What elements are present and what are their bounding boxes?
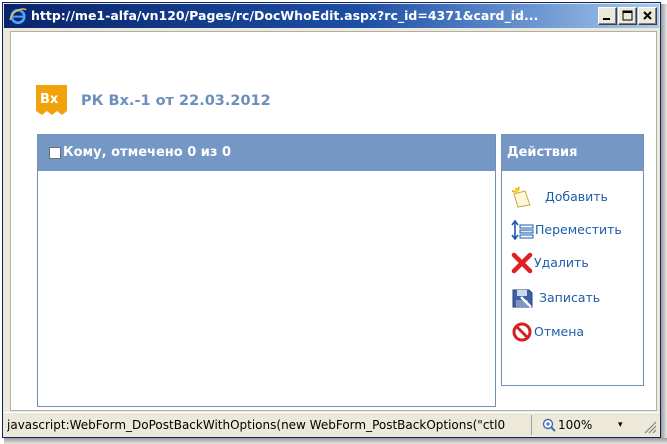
recipients-header-label: Кому, отмечено 0 из 0 [63,145,232,160]
save-button[interactable]: Записать [502,283,643,313]
title-bar[interactable]: http://me1-alfa/vn120/Pages/rc/DocWhoEdi… [4,4,659,28]
status-text: javascript:WebForm_DoPostBackWithOptions… [7,415,532,435]
window-title: http://me1-alfa/vn120/Pages/rc/DocWhoEdi… [31,8,539,23]
page-title: РК Вх.-1 от 22.03.2012 [81,93,271,109]
add-icon [511,186,531,208]
cancel-label: Отмена [534,324,585,339]
move-button[interactable]: Переместить [502,215,643,245]
close-icon [643,11,652,20]
save-icon [512,289,533,308]
delete-label: Удалить [534,255,589,270]
document-badge: Вх [40,92,59,107]
window-shadow [4,438,667,444]
resize-grip-icon[interactable] [642,417,658,435]
incoming-document-icon: Вх [36,85,67,115]
actions-title: Действия [507,145,578,160]
minimize-icon [603,18,610,20]
window-frame: http://me1-alfa/vn120/Pages/rc/DocWhoEdi… [2,2,661,438]
recipients-header: Кому, отмечено 0 из 0 [38,135,495,171]
zoom-icon [542,418,556,432]
status-bar: javascript:WebForm_DoPostBackWithOptions… [4,412,659,436]
maximize-icon [622,10,633,21]
move-icon [511,219,534,241]
cancel-icon [512,322,532,342]
delete-button[interactable]: Удалить [502,248,643,278]
ie-logo-icon [9,8,27,25]
delete-icon [511,252,533,274]
save-label: Записать [539,290,601,305]
add-button[interactable]: Добавить [502,182,643,212]
minimize-button[interactable] [598,7,617,25]
window-shadow [661,4,667,444]
actions-panel: Действия Добавить Переместить Удалить За… [501,134,644,386]
close-button[interactable] [638,7,657,25]
add-label: Добавить [545,189,608,204]
move-label: Переместить [535,222,622,237]
zoom-level: 100% [558,418,593,432]
zoom-control[interactable]: 100% ▾ [538,415,628,435]
page-content: Вх РК Вх.-1 от 22.03.2012 Кому, отмечено… [10,31,657,411]
recipients-panel: Кому, отмечено 0 из 0 [37,134,496,407]
cancel-button[interactable]: Отмена [502,317,643,347]
chevron-down-icon: ▾ [618,420,623,430]
select-all-checkbox[interactable] [49,147,61,159]
actions-header: Действия [502,135,643,171]
maximize-button[interactable] [618,7,637,25]
browser-popup-window: http://me1-alfa/vn120/Pages/rc/DocWhoEdi… [0,0,667,444]
